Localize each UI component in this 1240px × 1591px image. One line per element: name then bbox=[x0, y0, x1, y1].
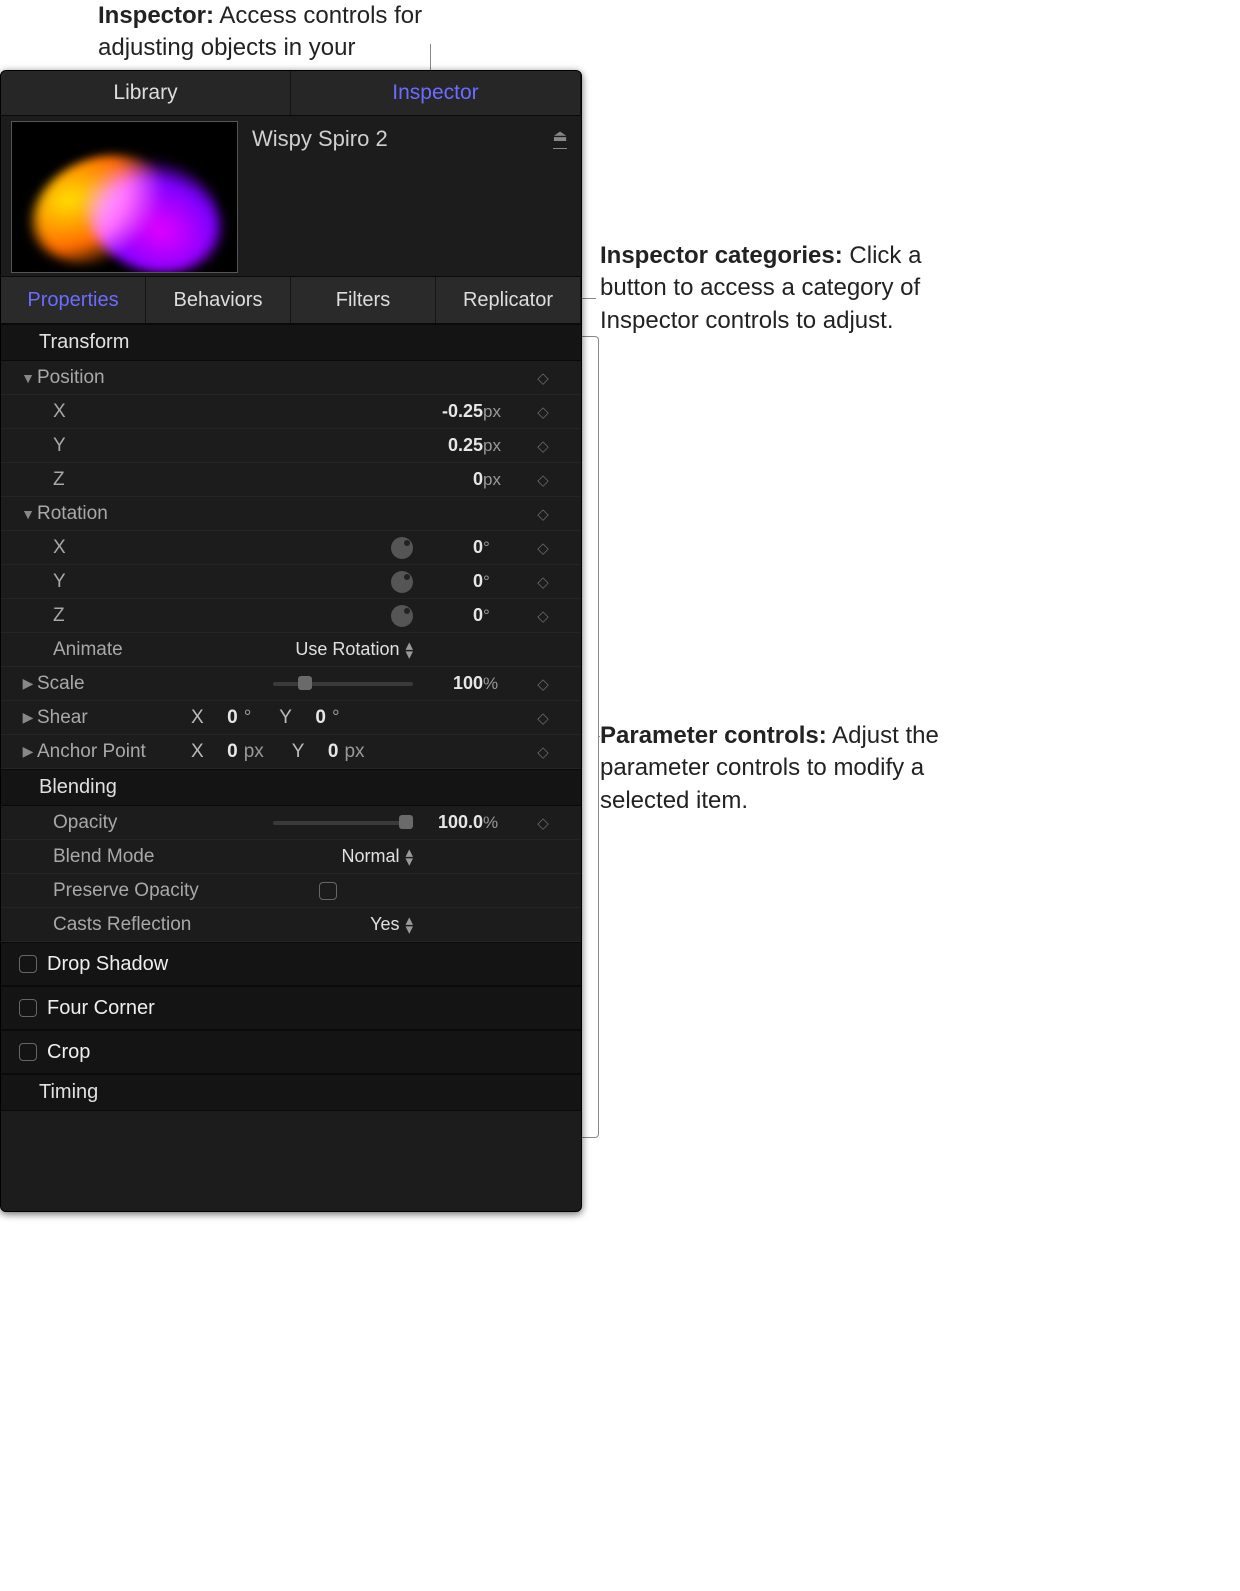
checkbox-preserve-opacity[interactable] bbox=[319, 882, 337, 900]
value-opacity[interactable]: 100.0 bbox=[413, 812, 483, 833]
leader-categories bbox=[582, 298, 596, 299]
dial-rot-z[interactable] bbox=[391, 605, 413, 627]
row-blend-mode: Blend Mode Normal ▴▾ bbox=[1, 840, 581, 874]
row-animate: Animate Use Rotation ▴▾ bbox=[1, 633, 581, 667]
keyframe-icon[interactable]: ◇ bbox=[513, 369, 573, 387]
popup-blend-mode[interactable]: Normal ▴▾ bbox=[341, 846, 413, 867]
preview-thumbnail bbox=[11, 121, 238, 273]
disclosure-anchor[interactable] bbox=[19, 743, 37, 760]
value-pos-x[interactable]: -0.25 bbox=[413, 401, 483, 422]
checkbox-crop[interactable] bbox=[19, 1043, 37, 1061]
section-blending: Blending bbox=[1, 769, 581, 806]
anchor-x[interactable]: X 0 px bbox=[191, 741, 264, 763]
tab-behaviors[interactable]: Behaviors bbox=[146, 277, 291, 323]
anchor-y[interactable]: Y 0 px bbox=[292, 741, 365, 763]
checkbox-drop-shadow[interactable] bbox=[19, 955, 37, 973]
stepper-icon: ▴▾ bbox=[405, 641, 413, 659]
keyframe-icon[interactable]: ◇ bbox=[513, 607, 573, 625]
section-drop-shadow[interactable]: Drop Shadow bbox=[1, 942, 581, 986]
value-rot-z[interactable]: 0 bbox=[413, 605, 483, 626]
shear-y[interactable]: Y 0 ° bbox=[279, 707, 339, 729]
stepper-icon: ▴▾ bbox=[405, 848, 413, 866]
keyframe-icon[interactable]: ◇ bbox=[513, 403, 573, 421]
callout-params: Parameter controls: Adjust the parameter… bbox=[600, 720, 940, 817]
keyframe-icon[interactable]: ◇ bbox=[513, 814, 573, 832]
pin-icon[interactable]: ⏏ bbox=[551, 126, 569, 149]
row-anchor[interactable]: Anchor Point X 0 px Y 0 px ◇ bbox=[1, 735, 581, 769]
section-crop[interactable]: Crop bbox=[1, 1030, 581, 1074]
keyframe-icon[interactable]: ◇ bbox=[513, 675, 573, 693]
checkbox-four-corner[interactable] bbox=[19, 999, 37, 1017]
stepper-icon: ▴▾ bbox=[405, 916, 413, 934]
row-rotation-y: Y 0 ° ◇ bbox=[1, 565, 581, 599]
row-rotation-z: Z 0 ° ◇ bbox=[1, 599, 581, 633]
section-timing: Timing bbox=[1, 1074, 581, 1111]
keyframe-icon[interactable]: ◇ bbox=[513, 471, 573, 489]
dial-rot-x[interactable] bbox=[391, 537, 413, 559]
keyframe-icon[interactable]: ◇ bbox=[513, 437, 573, 455]
keyframe-icon[interactable]: ◇ bbox=[513, 709, 573, 727]
row-position-x: X -0.25 px ◇ bbox=[1, 395, 581, 429]
section-transform: Transform bbox=[1, 324, 581, 361]
object-header: Wispy Spiro 2 ⏏ bbox=[1, 116, 581, 277]
row-shear[interactable]: Shear X 0 ° Y 0 ° ◇ bbox=[1, 701, 581, 735]
row-scale[interactable]: Scale 100 % ◇ bbox=[1, 667, 581, 701]
row-position-y: Y 0.25 px ◇ bbox=[1, 429, 581, 463]
popup-casts-reflection[interactable]: Yes ▴▾ bbox=[370, 914, 413, 935]
keyframe-icon[interactable]: ◇ bbox=[513, 743, 573, 761]
disclosure-position[interactable] bbox=[19, 370, 37, 386]
callout-categories: Inspector categories: Click a button to … bbox=[600, 240, 940, 337]
value-rot-x[interactable]: 0 bbox=[413, 537, 483, 558]
object-name: Wispy Spiro 2 bbox=[252, 126, 388, 152]
row-rotation[interactable]: Rotation ◇ bbox=[1, 497, 581, 531]
tab-filters[interactable]: Filters bbox=[291, 277, 436, 323]
row-opacity: Opacity 100.0 % ◇ bbox=[1, 806, 581, 840]
value-pos-y[interactable]: 0.25 bbox=[413, 435, 483, 456]
row-rotation-x: X 0 ° ◇ bbox=[1, 531, 581, 565]
keyframe-icon[interactable]: ◇ bbox=[513, 505, 573, 523]
slider-opacity[interactable] bbox=[273, 821, 413, 825]
category-tabs: Properties Behaviors Filters Replicator bbox=[1, 277, 581, 324]
top-tabs: Library Inspector bbox=[1, 71, 581, 116]
disclosure-scale[interactable] bbox=[19, 675, 37, 692]
tab-inspector[interactable]: Inspector bbox=[291, 71, 581, 115]
tab-properties[interactable]: Properties bbox=[1, 277, 146, 323]
value-pos-z[interactable]: 0 bbox=[413, 469, 483, 490]
leader-top bbox=[430, 44, 431, 72]
value-scale[interactable]: 100 bbox=[413, 673, 483, 694]
row-position[interactable]: Position ◇ bbox=[1, 361, 581, 395]
keyframe-icon[interactable]: ◇ bbox=[513, 539, 573, 557]
keyframe-icon[interactable]: ◇ bbox=[513, 573, 573, 591]
row-position-z: Z 0 px ◇ bbox=[1, 463, 581, 497]
popup-animate[interactable]: Use Rotation ▴▾ bbox=[295, 639, 413, 660]
slider-scale[interactable] bbox=[273, 682, 413, 686]
row-casts-reflection: Casts Reflection Yes ▴▾ bbox=[1, 908, 581, 942]
disclosure-shear[interactable] bbox=[19, 709, 37, 726]
tab-replicator[interactable]: Replicator bbox=[436, 277, 581, 323]
shear-x[interactable]: X 0 ° bbox=[191, 707, 251, 729]
bracket-params bbox=[582, 336, 599, 1138]
tab-library[interactable]: Library bbox=[1, 71, 291, 115]
dial-rot-y[interactable] bbox=[391, 571, 413, 593]
section-four-corner[interactable]: Four Corner bbox=[1, 986, 581, 1030]
value-rot-y[interactable]: 0 bbox=[413, 571, 483, 592]
inspector-panel: Library Inspector Wispy Spiro 2 ⏏ Proper… bbox=[0, 70, 582, 1212]
row-preserve-opacity: Preserve Opacity bbox=[1, 874, 581, 908]
disclosure-rotation[interactable] bbox=[19, 506, 37, 522]
